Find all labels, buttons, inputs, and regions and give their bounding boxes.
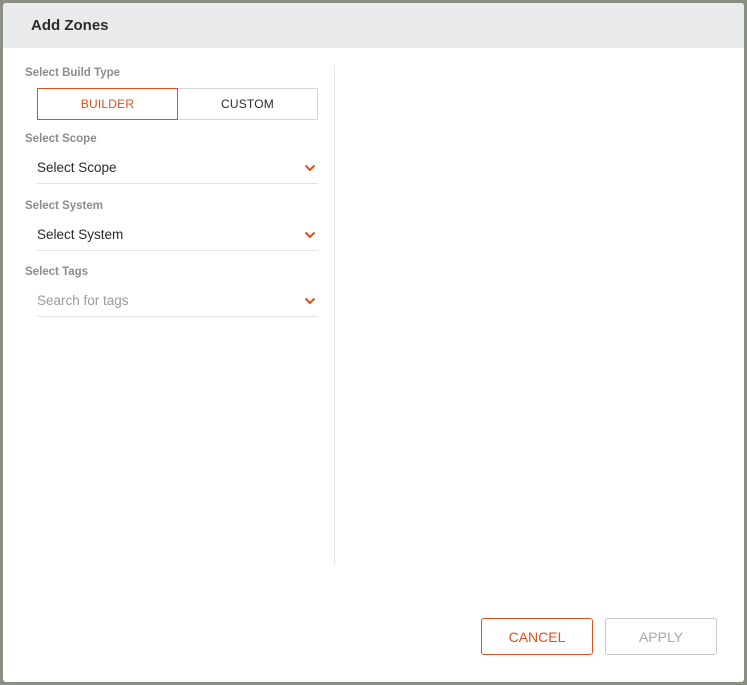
dialog-header: Add Zones — [3, 3, 744, 48]
system-label: Select System — [25, 200, 103, 212]
build-type-toggle: BUILDER CUSTOM — [37, 88, 318, 120]
build-type-label: Select Build Type — [25, 67, 121, 79]
cancel-button[interactable]: CANCEL — [481, 618, 593, 655]
add-zones-dialog: Add Zones Select Build Type BUILDER CUST… — [3, 3, 744, 682]
custom-option-button[interactable]: CUSTOM — [178, 88, 318, 120]
dialog-title: Add Zones — [31, 17, 109, 34]
panel-divider — [334, 65, 335, 565]
scope-value: Select Scope — [37, 160, 117, 175]
apply-button[interactable]: APPLY — [605, 618, 717, 655]
system-dropdown[interactable]: Select System — [37, 219, 318, 251]
tags-search-dropdown[interactable]: Search for tags — [37, 285, 318, 317]
builder-option-button[interactable]: BUILDER — [37, 88, 178, 120]
tags-label: Select Tags — [25, 266, 89, 278]
chevron-down-icon — [304, 164, 316, 171]
scope-label: Select Scope — [25, 133, 97, 145]
scope-dropdown[interactable]: Select Scope — [37, 152, 318, 184]
chevron-down-icon — [304, 297, 316, 304]
system-value: Select System — [37, 227, 124, 242]
chevron-down-icon — [304, 231, 316, 238]
tags-search-input[interactable]: Search for tags — [37, 293, 129, 308]
